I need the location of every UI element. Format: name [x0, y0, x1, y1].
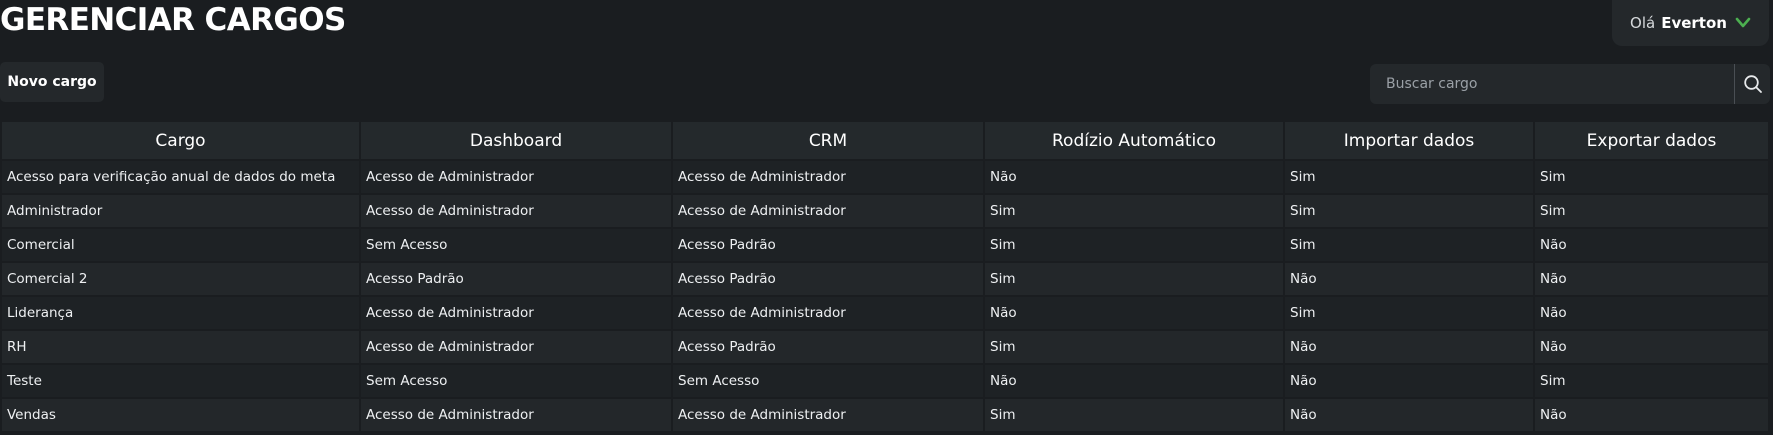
cell-rodizio-automatico: Sim: [985, 331, 1283, 363]
table-row[interactable]: Liderança Acesso de Administrador Acesso…: [2, 297, 1768, 329]
cell-dashboard: Acesso de Administrador: [361, 297, 671, 329]
cell-exportar-dados: Não: [1535, 399, 1768, 431]
cell-crm: Acesso Padrão: [673, 263, 983, 295]
roles-table: Cargo Dashboard CRM Rodízio Automático I…: [0, 120, 1768, 435]
cell-cargo: Vendas: [2, 399, 359, 431]
cell-dashboard: Acesso Padrão: [361, 263, 671, 295]
cell-cargo: Administrador: [2, 195, 359, 227]
cell-importar-dados: Sim: [1285, 297, 1533, 329]
cell-exportar-dados: Não: [1535, 331, 1768, 363]
search-icon: [1743, 74, 1763, 94]
column-header-importar-dados[interactable]: Importar dados: [1285, 122, 1533, 159]
table-row[interactable]: Teste Sem Acesso Sem Acesso Não Não Sim: [2, 365, 1768, 397]
cell-importar-dados: Sim: [1285, 161, 1533, 193]
column-header-dashboard[interactable]: Dashboard: [361, 122, 671, 159]
cell-importar-dados: Não: [1285, 365, 1533, 397]
cell-rodizio-automatico: Não: [985, 161, 1283, 193]
search-input[interactable]: [1370, 64, 1734, 104]
cell-dashboard: Acesso de Administrador: [361, 195, 671, 227]
search-button[interactable]: [1734, 64, 1770, 104]
cell-rodizio-automatico: Sim: [985, 229, 1283, 261]
cell-rodizio-automatico: Sim: [985, 399, 1283, 431]
cell-exportar-dados: Sim: [1535, 195, 1768, 227]
cell-exportar-dados: Não: [1535, 263, 1768, 295]
cell-rodizio-automatico: Não: [985, 365, 1283, 397]
table-row[interactable]: Comercial Sem Acesso Acesso Padrão Sim S…: [2, 229, 1768, 261]
column-header-crm[interactable]: CRM: [673, 122, 983, 159]
cell-dashboard: Sem Acesso: [361, 365, 671, 397]
cell-cargo: Teste: [2, 365, 359, 397]
table-row[interactable]: Comercial 2 Acesso Padrão Acesso Padrão …: [2, 263, 1768, 295]
cell-rodizio-automatico: Não: [985, 297, 1283, 329]
column-header-cargo[interactable]: Cargo: [2, 122, 359, 159]
search-bar: [1370, 64, 1770, 104]
cell-rodizio-automatico: Sim: [985, 263, 1283, 295]
cell-cargo: Comercial: [2, 229, 359, 261]
table-header-row: Cargo Dashboard CRM Rodízio Automático I…: [2, 122, 1768, 159]
table-row[interactable]: Acesso para verificação anual de dados d…: [2, 161, 1768, 193]
user-menu[interactable]: Olá Everton: [1612, 0, 1769, 46]
table-row[interactable]: Vendas Acesso de Administrador Acesso de…: [2, 399, 1768, 431]
cell-exportar-dados: Não: [1535, 229, 1768, 261]
cell-crm: Acesso de Administrador: [673, 399, 983, 431]
cell-crm: Acesso de Administrador: [673, 195, 983, 227]
cell-cargo: Comercial 2: [2, 263, 359, 295]
cell-crm: Sem Acesso: [673, 365, 983, 397]
cell-exportar-dados: Sim: [1535, 161, 1768, 193]
cell-exportar-dados: Não: [1535, 297, 1768, 329]
column-header-exportar-dados[interactable]: Exportar dados: [1535, 122, 1768, 159]
cell-dashboard: Acesso de Administrador: [361, 161, 671, 193]
cell-crm: Acesso de Administrador: [673, 297, 983, 329]
column-header-rodizio-automatico[interactable]: Rodízio Automático: [985, 122, 1283, 159]
chevron-down-icon[interactable]: [1735, 17, 1751, 29]
cell-cargo: Acesso para verificação anual de dados d…: [2, 161, 359, 193]
greeting-text: Olá: [1630, 14, 1656, 32]
cell-importar-dados: Sim: [1285, 195, 1533, 227]
cell-cargo: RH: [2, 331, 359, 363]
user-name: Everton: [1661, 14, 1727, 32]
cell-exportar-dados: Sim: [1535, 365, 1768, 397]
cell-dashboard: Acesso de Administrador: [361, 331, 671, 363]
cell-rodizio-automatico: Sim: [985, 195, 1283, 227]
table-row[interactable]: Administrador Acesso de Administrador Ac…: [2, 195, 1768, 227]
cell-importar-dados: Não: [1285, 399, 1533, 431]
cell-importar-dados: Não: [1285, 263, 1533, 295]
cell-importar-dados: Não: [1285, 331, 1533, 363]
cell-importar-dados: Sim: [1285, 229, 1533, 261]
cell-crm: Acesso Padrão: [673, 229, 983, 261]
cell-cargo: Liderança: [2, 297, 359, 329]
page-title: GERENCIAR CARGOS: [0, 2, 346, 38]
cell-dashboard: Acesso de Administrador: [361, 399, 671, 431]
cell-dashboard: Sem Acesso: [361, 229, 671, 261]
new-role-button[interactable]: Novo cargo: [0, 62, 104, 102]
cell-crm: Acesso de Administrador: [673, 161, 983, 193]
table-row[interactable]: RH Acesso de Administrador Acesso Padrão…: [2, 331, 1768, 363]
cell-crm: Acesso Padrão: [673, 331, 983, 363]
